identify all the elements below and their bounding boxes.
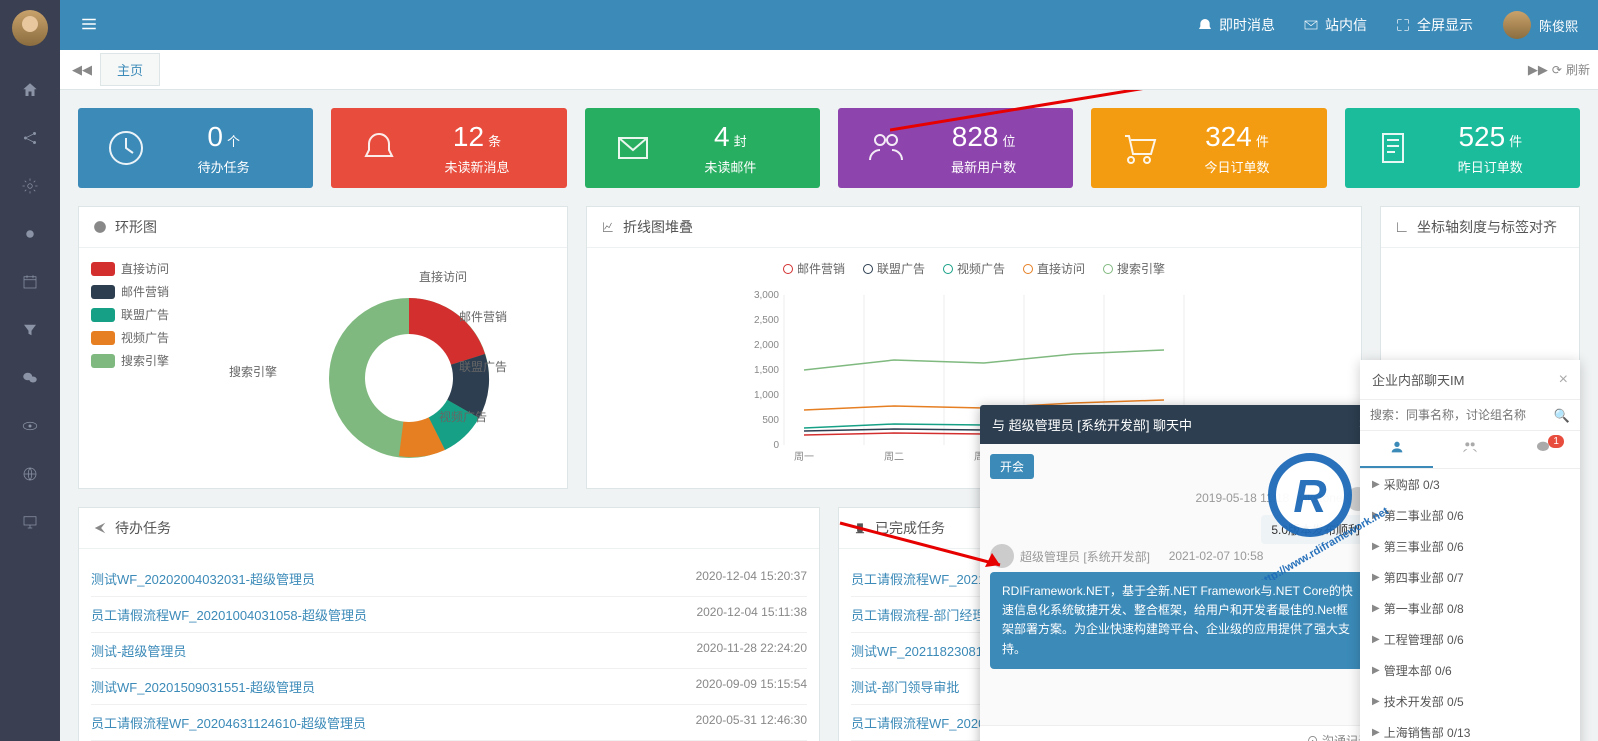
stats-row: 0个待办任务12条未读新消息4封未读邮件828位最新用户数324件今日订单数52…	[78, 108, 1580, 188]
task-item[interactable]: 员工请假流程WF_20201004031058-超级管理员2020-12-04 …	[91, 597, 807, 633]
pending-tasks-panel: 待办任务 测试WF_20202004032031-超级管理员2020-12-04…	[78, 507, 820, 741]
instant-message-button[interactable]: 即时消息	[1197, 15, 1275, 35]
nav-share-icon[interactable]	[0, 114, 60, 162]
nav-monitor-icon[interactable]	[0, 498, 60, 546]
dept-item[interactable]: ▶ 第二事业部 0/6	[1360, 500, 1580, 531]
im-search-input[interactable]	[1360, 400, 1580, 430]
legend-item[interactable]: 搜索引擎	[91, 352, 169, 369]
pending-title: 待办任务	[115, 518, 171, 538]
topbar: 即时消息 站内信 全屏显示 陈俊熙	[60, 0, 1598, 50]
close-icon[interactable]: ×	[1559, 371, 1568, 389]
im-tab-contacts[interactable]	[1360, 431, 1433, 468]
nav-wechat-icon[interactable]	[0, 354, 60, 402]
nav-home-icon[interactable]	[0, 66, 60, 114]
chat-message: 5.0版本发布顺利	[1261, 515, 1370, 544]
user-menu[interactable]: 陈俊熙	[1503, 11, 1578, 39]
nav-gears-icon[interactable]	[0, 162, 60, 210]
refresh-button[interactable]: ⟳刷新	[1552, 61, 1590, 78]
task-item[interactable]: 测试-超级管理员2020-11-28 22:24:20	[91, 633, 807, 669]
im-panel: 企业内部聊天IM × 🔍 1 ▶ 采购部 0/3▶ 第二事业部 0/6▶ 第三事业…	[1360, 360, 1580, 741]
inbox-button[interactable]: 站内信	[1303, 15, 1367, 35]
dept-item[interactable]: ▶ 第四事业部 0/7	[1360, 562, 1580, 593]
legend-item[interactable]: 邮件营销	[783, 260, 845, 277]
avatar	[1503, 11, 1531, 39]
task-item[interactable]: 测试WF_20202004032031-超级管理员2020-12-04 15:2…	[91, 561, 807, 597]
legend-item[interactable]: 视频广告	[91, 329, 169, 346]
tab-scroll-left-icon[interactable]: ◀◀	[68, 56, 96, 84]
im-tab-messages[interactable]: 1	[1507, 431, 1580, 468]
task-item[interactable]: 测试WF_20201509031551-超级管理员2020-09-09 15:1…	[91, 669, 807, 705]
stat-card[interactable]: 0个待办任务	[78, 108, 313, 188]
stat-card[interactable]: 324件今日订单数	[1091, 108, 1326, 188]
tab-home[interactable]: 主页	[100, 53, 160, 86]
dept-item[interactable]: ▶ 技术开发部 0/5	[1360, 686, 1580, 717]
nav-bug-icon[interactable]	[0, 210, 60, 258]
done-title: 已完成任务	[875, 518, 945, 538]
svg-text:3,000: 3,000	[754, 290, 779, 301]
legend-item[interactable]: 直接访问	[91, 260, 169, 277]
chat-record-link[interactable]: ⊙ 沟通记录	[990, 732, 1370, 741]
meeting-tag: 开会	[990, 454, 1034, 479]
tab-scroll-right-icon[interactable]: ▶▶	[1524, 56, 1552, 84]
dept-item[interactable]: ▶ 管理本部 0/6	[1360, 655, 1580, 686]
sidebar	[0, 0, 60, 741]
tabbar: ◀◀ 主页 ▶▶ ⟳刷新	[60, 50, 1598, 90]
stat-card[interactable]: 4封未读邮件	[585, 108, 820, 188]
line-title: 折线图堆叠	[623, 217, 693, 237]
pie-panel: 环形图 直接访问邮件营销联盟广告视频广告搜索引擎	[78, 206, 568, 489]
dept-item[interactable]: ▶ 第一事业部 0/8	[1360, 593, 1580, 624]
fullscreen-button[interactable]: 全屏显示	[1395, 15, 1473, 35]
pie-label: 视频广告	[439, 408, 487, 425]
chat-title-text: 与 超级管理员 [系统开发部] 聊天中	[992, 415, 1192, 434]
svg-text:周一: 周一	[794, 451, 814, 463]
svg-text:周二: 周二	[884, 451, 904, 463]
legend-item[interactable]: 联盟广告	[91, 306, 169, 323]
task-item[interactable]: 员工请假流程WF_20204631124610-超级管理员2020-05-31 …	[91, 705, 807, 741]
im-title-text: 企业内部聊天IM	[1372, 370, 1464, 389]
chat-message: RDIFramework.NET，基于全新.NET Framework与.NET…	[990, 572, 1370, 669]
search-icon[interactable]: 🔍	[1554, 408, 1570, 424]
legend-item[interactable]: 搜索引擎	[1103, 260, 1165, 277]
chat-titlebar[interactable]: 与 超级管理员 [系统开发部] 聊天中 ×	[980, 405, 1380, 444]
pie-label: 搜索引擎	[229, 363, 277, 380]
dept-item[interactable]: ▶ 采购部 0/3	[1360, 469, 1580, 500]
nav-globe-icon[interactable]	[0, 450, 60, 498]
legend-item[interactable]: 邮件营销	[91, 283, 169, 300]
axis-title: 坐标轴刻度与标签对齐	[1417, 217, 1557, 237]
pie-title: 环形图	[115, 217, 157, 237]
svg-text:2,500: 2,500	[754, 315, 779, 326]
dept-item[interactable]: ▶ 第三事业部 0/6	[1360, 531, 1580, 562]
nav-filter-icon[interactable]	[0, 306, 60, 354]
svg-text:1,500: 1,500	[754, 365, 779, 376]
legend-item[interactable]: 联盟广告	[863, 260, 925, 277]
nav-eye-icon[interactable]	[0, 402, 60, 450]
pie-label: 联盟广告	[459, 358, 507, 375]
username: 陈俊熙	[1539, 16, 1578, 35]
pie-label: 直接访问	[419, 268, 467, 285]
sidebar-avatar[interactable]	[12, 10, 48, 46]
stat-card[interactable]: 828位最新用户数	[838, 108, 1073, 188]
pie-label: 邮件营销	[459, 308, 507, 325]
stat-card[interactable]: 525件昨日订单数	[1345, 108, 1580, 188]
im-tab-groups[interactable]	[1433, 431, 1506, 468]
svg-text:500: 500	[762, 415, 779, 426]
nav-calendar-icon[interactable]	[0, 258, 60, 306]
stat-card[interactable]: 12条未读新消息	[331, 108, 566, 188]
avatar-icon	[990, 544, 1014, 568]
legend-item[interactable]: 直接访问	[1023, 260, 1085, 277]
svg-text:0: 0	[773, 440, 779, 451]
svg-text:1,000: 1,000	[754, 390, 779, 401]
menu-toggle-icon[interactable]	[80, 15, 98, 36]
svg-text:2,000: 2,000	[754, 340, 779, 351]
chat-window: 与 超级管理员 [系统开发部] 聊天中 × 开会 2019-05-18 11:1…	[980, 405, 1380, 741]
legend-item[interactable]: 视频广告	[943, 260, 1005, 277]
dept-item[interactable]: ▶ 上海销售部 0/13	[1360, 717, 1580, 741]
dept-item[interactable]: ▶ 工程管理部 0/6	[1360, 624, 1580, 655]
